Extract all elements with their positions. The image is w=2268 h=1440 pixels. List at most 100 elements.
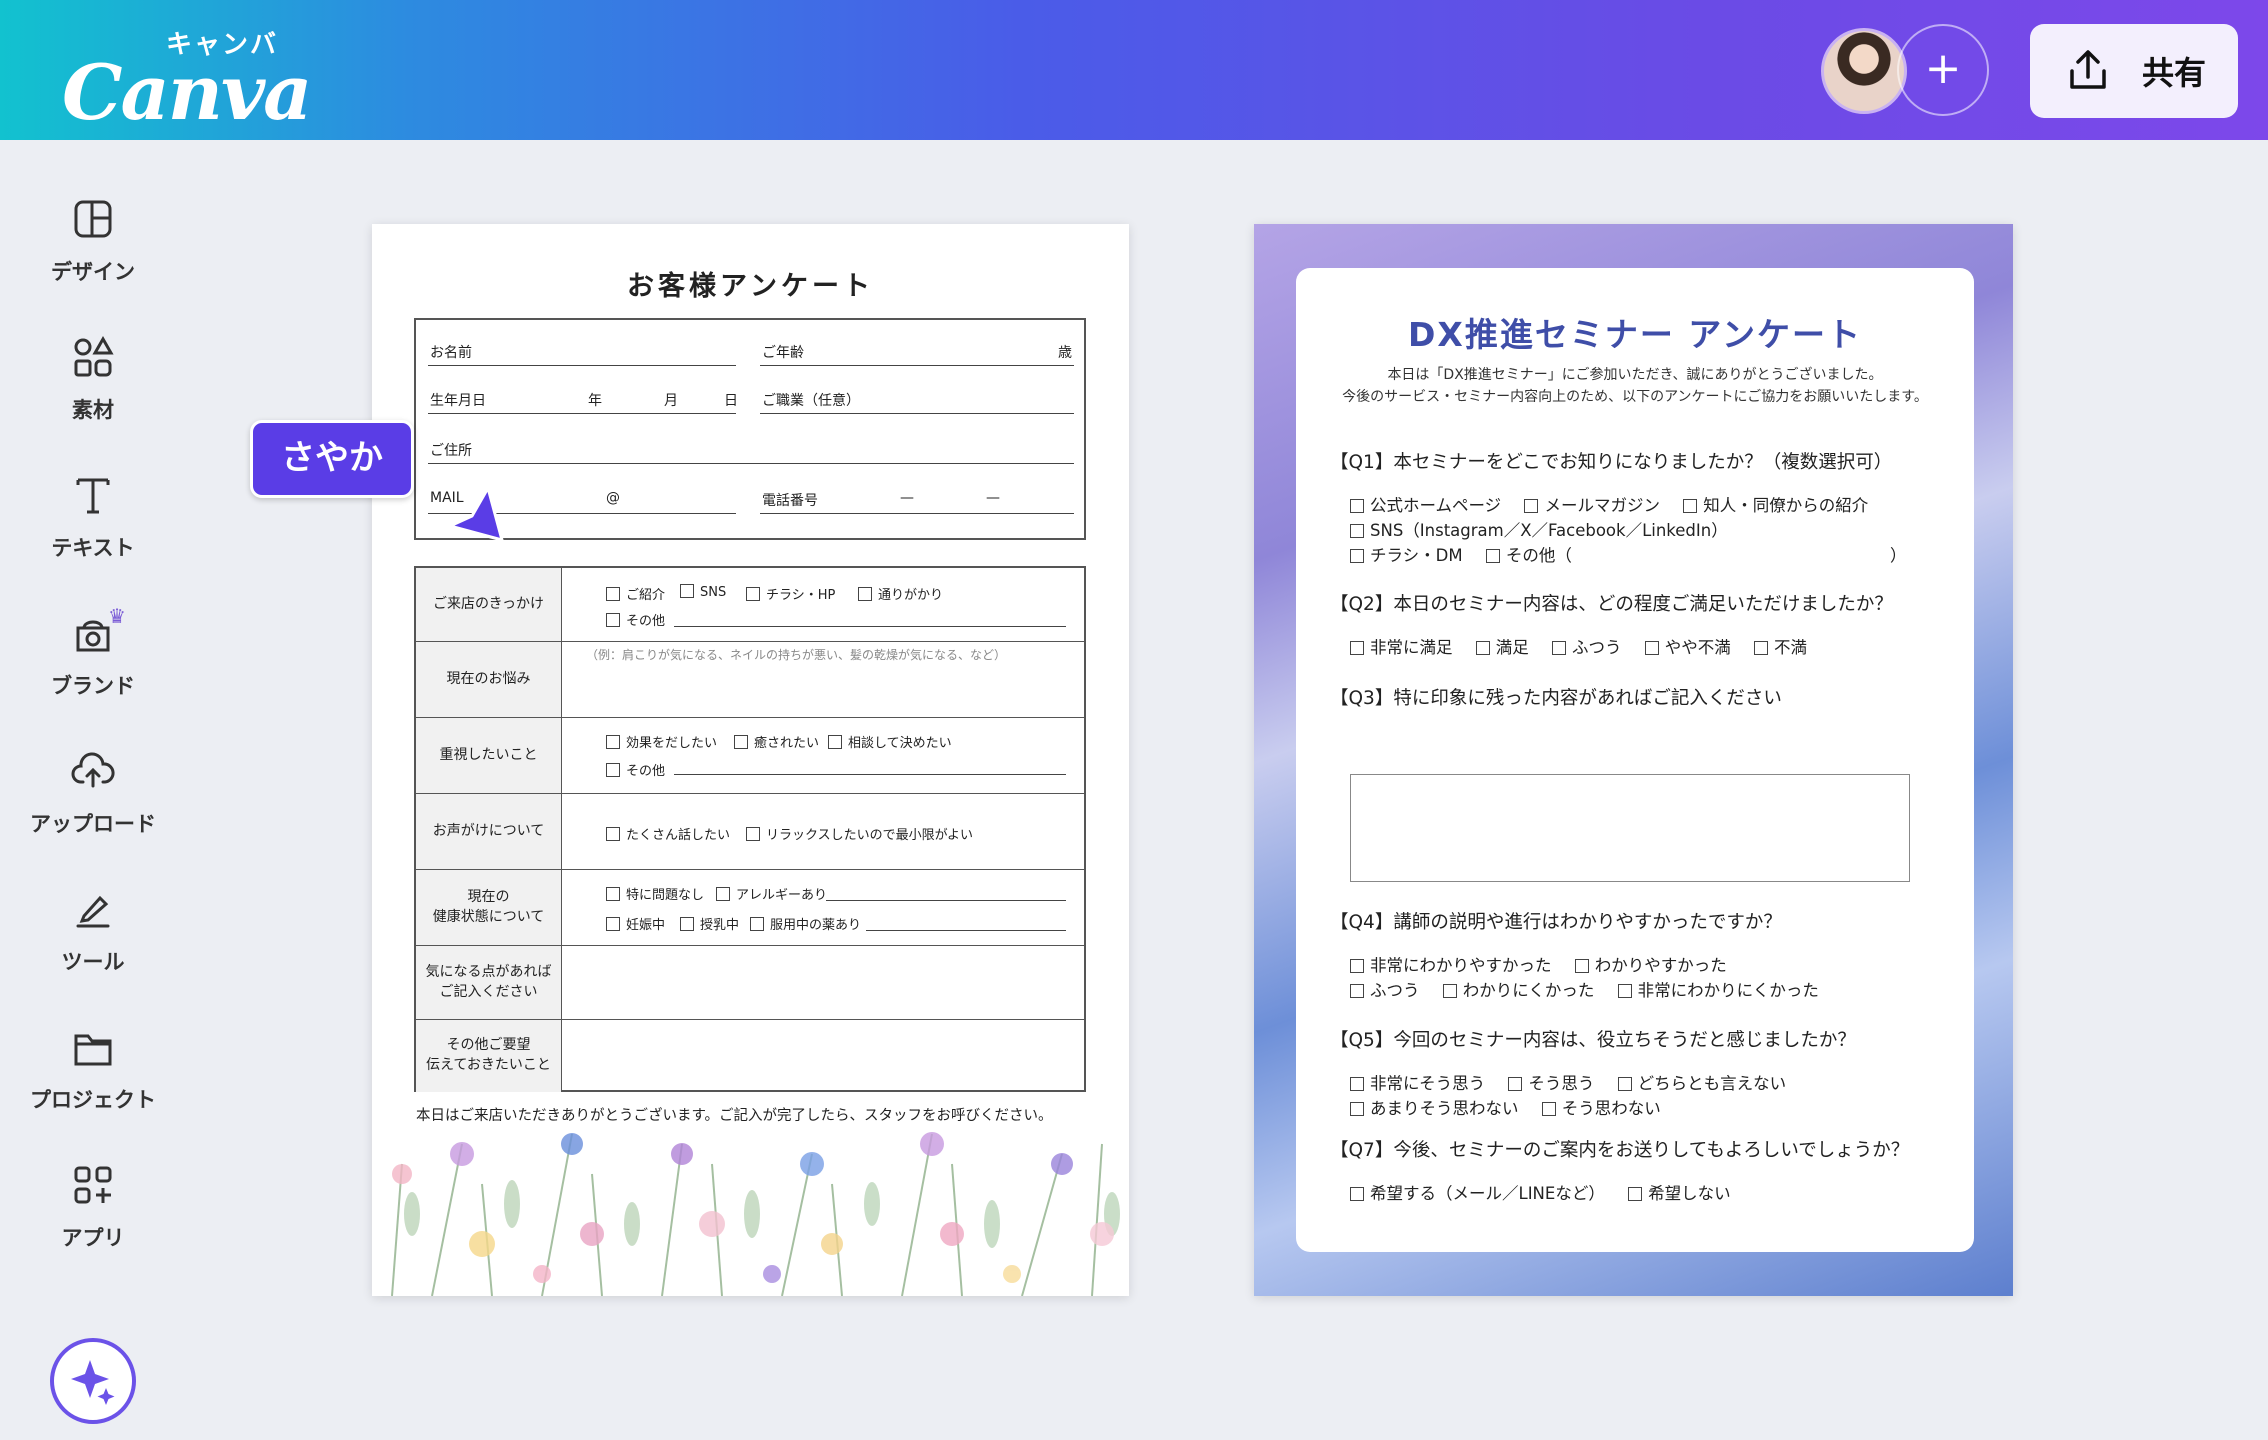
option[interactable]: 授乳中 (680, 914, 739, 933)
sidebar-item-brand[interactable]: ♛ ブランド (0, 604, 186, 720)
field-label: 生年月日 (430, 393, 486, 409)
option[interactable]: 効果をだしたい (606, 732, 717, 751)
sidebar-item-apps[interactable]: アプリ (0, 1162, 186, 1272)
survey-card: DX推進セミナー アンケート 本日は「DX推進セミナー」にご参加いただき、誠にあ… (1296, 268, 1974, 1252)
field-label: ご年齢 (762, 345, 804, 361)
question-q3: 【Q3】特に印象に残った内容があればご記入ください (1330, 688, 1782, 709)
option[interactable]: たくさん話したい (606, 824, 730, 843)
hint-text: （例：肩こりが気になる、ネイルの持ちが悪い、髪の乾燥が気になる、など） (586, 648, 1007, 662)
field-unit: 日 (724, 393, 738, 409)
design-page-dx-seminar-survey[interactable]: DX推進セミナー アンケート 本日は「DX推進セミナー」にご参加いただき、誠にあ… (1254, 224, 2013, 1296)
sidebar-label: ツール (61, 950, 125, 974)
share-button[interactable]: 共有 (2030, 24, 2238, 118)
elements-icon (74, 335, 114, 377)
row-header: 現在のお悩み (416, 642, 562, 717)
write-line[interactable] (866, 930, 1066, 931)
answer-row[interactable]: 非常にそう思う そう思う どちらとも言えない (1350, 1070, 1786, 1094)
table-row: お声がけについて たくさん話したい リラックスしたいので最小限がよい (416, 794, 1084, 870)
table-row: 現在のお悩み （例：肩こりが気になる、ネイルの持ちが悪い、髪の乾燥が気になる、な… (416, 642, 1084, 718)
sidebar-item-upload[interactable]: アップロード (0, 748, 186, 858)
sidebar-item-design[interactable]: デザイン (0, 196, 186, 306)
user-avatar[interactable] (1821, 28, 1907, 114)
row-header: その他ご要望 伝えておきたいこと (416, 1020, 562, 1092)
answer-row[interactable]: 非常にわかりやすかった わかりやすかった (1350, 952, 1727, 976)
option[interactable]: 通りがかり (858, 584, 943, 603)
field-unit: — (986, 490, 1000, 506)
sidebar-label: デザイン (51, 260, 135, 284)
field-label: ご職業（任意） (762, 393, 860, 409)
answer-row[interactable]: チラシ・DM その他（ (1350, 542, 1572, 566)
intro-text: 本日は「DX推進セミナー」にご参加いただき、誠にありがとうございました。 (1387, 367, 1883, 383)
answer-row[interactable]: 公式ホームページ メールマガジン 知人・同僚からの紹介 (1350, 492, 1868, 516)
option[interactable]: ご紹介 (606, 584, 665, 603)
option[interactable]: リラックスしたいので最小限がよい (746, 824, 973, 843)
field-address[interactable]: ご住所 (428, 434, 1074, 464)
field-unit: — (900, 490, 914, 506)
table-row: 重視したいこと 効果をだしたい 癒されたい 相談して決めたい その他 (416, 718, 1084, 794)
option[interactable]: 妊娠中 (606, 914, 665, 933)
table-row: ご来店のきっかけ ご紹介 SNS チラシ・HP 通りがかり その他 (416, 568, 1084, 642)
field-label: お名前 (430, 345, 472, 361)
design-page-customer-survey[interactable]: お客様アンケート お名前 ご年齢 歳 生年月日 年 月 日 ご職業（任意） ご住… (372, 224, 1129, 1296)
field-unit: 月 (664, 393, 678, 409)
row-header: お声がけについて (416, 794, 562, 869)
sidebar-item-text[interactable]: テキスト (0, 472, 186, 582)
option[interactable]: 癒されたい (734, 732, 819, 751)
option[interactable]: SNS (680, 584, 726, 600)
write-line[interactable] (674, 626, 1066, 627)
field-label: 電話番号 (762, 493, 818, 509)
question-q1: 【Q1】本セミナーをどこでお知りになりましたか？（複数選択可） (1330, 452, 1893, 473)
field-unit: @ (606, 490, 620, 506)
share-label: 共有 (2142, 54, 2207, 92)
option[interactable]: その他 (606, 610, 665, 629)
apps-icon (74, 1166, 112, 1204)
answer-row[interactable]: 希望する（メール／LINEなど） 希望しない (1350, 1180, 1731, 1204)
field-age[interactable]: ご年齢 歳 (760, 336, 1074, 366)
sidebar-item-tools[interactable]: ツール (0, 886, 186, 996)
collaborator-cursor-arrow-icon (448, 486, 504, 542)
add-collaborator-button[interactable]: + (1897, 24, 1989, 116)
magic-assistant-button[interactable] (50, 1338, 136, 1424)
free-answer-box[interactable] (1350, 774, 1910, 882)
field-phone[interactable]: 電話番号 — — (760, 484, 1074, 514)
row-header: ご来店のきっかけ (416, 568, 562, 641)
table-row: その他ご要望 伝えておきたいこと (416, 1020, 1084, 1092)
thanks-text: 本日はご来店いただきありがとうございます。ご記入が完了したら、スタッフをお呼びく… (416, 1108, 1053, 1124)
sidebar-item-projects[interactable]: プロジェクト (0, 1024, 186, 1134)
answer-row[interactable]: SNS（Instagram／X／Facebook／LinkedIn） (1350, 517, 1728, 541)
survey-table: ご来店のきっかけ ご紹介 SNS チラシ・HP 通りがかり その他 現在のお悩み… (414, 566, 1086, 1092)
page-title: DX推進セミナー アンケート (1407, 315, 1862, 354)
write-line[interactable] (674, 774, 1066, 775)
field-label: ご住所 (430, 443, 472, 459)
intro-text: 今後のサービス・セミナー内容向上のため、以下のアンケートにご協力をお願いいたしま… (1342, 389, 1928, 405)
option[interactable]: 相談して決めたい (828, 732, 952, 751)
question-q4: 【Q4】講師の説明や進行はわかりやすかったですか？ (1330, 912, 1782, 933)
sidebar-label: 素材 (72, 398, 114, 422)
write-line[interactable] (826, 900, 1066, 901)
answer-row[interactable]: ふつう わかりにくかった 非常にわかりにくかった (1350, 977, 1819, 1001)
option[interactable]: その他 (606, 760, 665, 779)
field-name[interactable]: お名前 (428, 336, 736, 366)
field-job[interactable]: ご職業（任意） (760, 384, 1074, 414)
top-bar: キャンバ Canva + 共有 (0, 0, 2268, 140)
row-header: 現在の 健康状態について (416, 870, 562, 945)
question-q2: 【Q2】本日のセミナー内容は、どの程度ご満足いただけましたか？ (1330, 594, 1893, 615)
bracket-close: ） (1890, 546, 1907, 565)
option[interactable]: 服用中の薬あり (750, 914, 861, 933)
text-icon (76, 478, 110, 514)
option[interactable]: 特に問題なし (606, 884, 704, 903)
projects-icon (74, 1034, 112, 1066)
sidebar-label: テキスト (51, 536, 135, 560)
sidebar-item-elements[interactable]: 素材 (0, 334, 186, 444)
option[interactable]: チラシ・HP (746, 584, 835, 603)
crown-icon: ♛ (108, 604, 126, 628)
left-sidebar: デザイン 素材 テキスト ♛ ブランド アップロード ツール プロジェクト アプ… (0, 140, 186, 1440)
question-q7: 【Q7】今後、セミナーのご案内をお送りしてもよろしいでしょうか？ (1330, 1140, 1910, 1161)
option[interactable]: アレルギーあり (716, 884, 827, 903)
field-birthdate[interactable]: 生年月日 年 月 日 (428, 384, 738, 414)
collaborator-cursor-label: さやか (250, 420, 414, 498)
tools-icon (76, 895, 110, 928)
answer-row[interactable]: あまりそう思わない そう思わない (1350, 1095, 1661, 1119)
share-upload-icon (2070, 50, 2106, 89)
answer-row[interactable]: 非常に満足 満足 ふつう やや不満 不満 (1350, 634, 1807, 658)
